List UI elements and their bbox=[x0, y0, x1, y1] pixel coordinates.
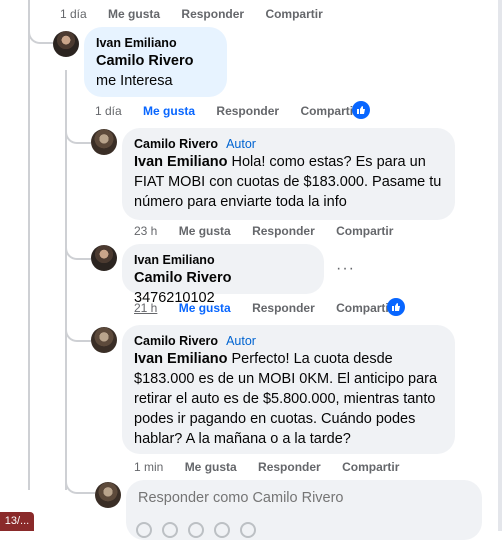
thumbs-up-icon[interactable] bbox=[352, 101, 370, 119]
author-badge: Autor bbox=[226, 334, 256, 348]
mention-link[interactable]: Ivan Emiliano bbox=[134, 154, 227, 170]
comment-time[interactable]: 21 h bbox=[134, 301, 157, 315]
share-button[interactable]: Compartir bbox=[300, 104, 357, 118]
comment-author: Camilo Rivero Autor bbox=[134, 136, 443, 152]
comment-bubble: Camilo Rivero Autor Ivan Emiliano Perfect… bbox=[122, 325, 455, 454]
comment-text: Camilo Rivero me Interesa bbox=[96, 51, 215, 91]
thread-connector bbox=[65, 478, 95, 494]
thread-connector bbox=[65, 244, 91, 260]
scrollbar[interactable] bbox=[498, 0, 502, 531]
reply-button[interactable]: Responder bbox=[252, 301, 315, 315]
share-button[interactable]: Compartir bbox=[265, 7, 322, 21]
comment-author[interactable]: Ivan Emiliano bbox=[134, 252, 312, 268]
mention-link[interactable]: Ivan Emiliano bbox=[134, 351, 227, 367]
comment-actions: 21 h Me gusta Responder Compartir bbox=[134, 301, 411, 315]
comment-author: Camilo Rivero Autor bbox=[134, 333, 443, 349]
like-button[interactable]: Me gusta bbox=[185, 460, 237, 474]
comment-text: Ivan Emiliano Perfecto! La cuota desde $… bbox=[134, 349, 443, 449]
avatar[interactable] bbox=[91, 129, 117, 155]
like-button[interactable]: Me gusta bbox=[143, 104, 195, 118]
reply-button[interactable]: Responder bbox=[216, 104, 279, 118]
mention-link[interactable]: Camilo Rivero bbox=[96, 53, 194, 69]
thread-line-main bbox=[28, 0, 30, 490]
thumbs-up-icon[interactable] bbox=[387, 298, 405, 316]
avatar[interactable] bbox=[95, 482, 121, 508]
like-button[interactable]: Me gusta bbox=[108, 7, 160, 21]
share-button[interactable]: Compartir bbox=[336, 301, 393, 315]
thread-connector bbox=[28, 28, 54, 44]
thread-connector bbox=[65, 326, 91, 342]
share-button[interactable]: Compartir bbox=[336, 224, 393, 238]
comment-text: Ivan Emiliano Hola! como estas? Es para … bbox=[134, 152, 443, 212]
attach-icon[interactable] bbox=[240, 522, 256, 538]
more-options-icon[interactable]: ··· bbox=[336, 260, 355, 278]
gif-icon[interactable] bbox=[188, 522, 204, 538]
avatar[interactable] bbox=[91, 245, 117, 271]
comment-body: me Interesa bbox=[96, 73, 173, 89]
reply-button[interactable]: Responder bbox=[258, 460, 321, 474]
author-name[interactable]: Camilo Rivero bbox=[134, 137, 218, 151]
share-button[interactable]: Compartir bbox=[342, 460, 399, 474]
comment-bubble: Ivan Emiliano Camilo Rivero 3476210102 bbox=[122, 244, 324, 306]
comment-time[interactable]: 23 h bbox=[134, 224, 157, 238]
comment-time[interactable]: 1 día bbox=[60, 7, 87, 21]
page-tab[interactable]: 13/... bbox=[0, 512, 34, 531]
comment-time[interactable]: 1 día bbox=[95, 104, 122, 118]
author-name[interactable]: Camilo Rivero bbox=[134, 334, 218, 348]
comment-bubble: Camilo Rivero Autor Ivan Emiliano Hola! c… bbox=[122, 128, 455, 220]
sticker-icon[interactable] bbox=[214, 522, 230, 538]
avatar[interactable] bbox=[53, 31, 79, 57]
comment-time[interactable]: 1 min bbox=[134, 460, 163, 474]
like-button[interactable]: Me gusta bbox=[179, 301, 231, 315]
comment-actions: 1 día Me gusta Responder Compartir bbox=[60, 7, 341, 21]
author-badge: Autor bbox=[226, 137, 256, 151]
thread-connector bbox=[65, 128, 91, 144]
emoji-icon[interactable] bbox=[136, 522, 152, 538]
camera-icon[interactable] bbox=[162, 522, 178, 538]
like-button[interactable]: Me gusta bbox=[179, 224, 231, 238]
comment-actions: 1 día Me gusta Responder Compartir bbox=[95, 104, 376, 118]
composer-toolbar bbox=[136, 522, 256, 538]
comment-bubble: Ivan Emiliano Camilo Rivero me Interesa bbox=[84, 27, 227, 97]
avatar[interactable] bbox=[91, 327, 117, 353]
mention-link[interactable]: Camilo Rivero bbox=[134, 270, 232, 286]
comment-actions: 1 min Me gusta Responder Compartir bbox=[134, 460, 417, 474]
reply-button[interactable]: Responder bbox=[181, 7, 244, 21]
comment-actions: 23 h Me gusta Responder Compartir bbox=[134, 224, 411, 238]
reply-composer bbox=[126, 480, 482, 540]
reply-input[interactable] bbox=[126, 480, 480, 516]
reply-button[interactable]: Responder bbox=[252, 224, 315, 238]
comment-author[interactable]: Ivan Emiliano bbox=[96, 35, 215, 51]
